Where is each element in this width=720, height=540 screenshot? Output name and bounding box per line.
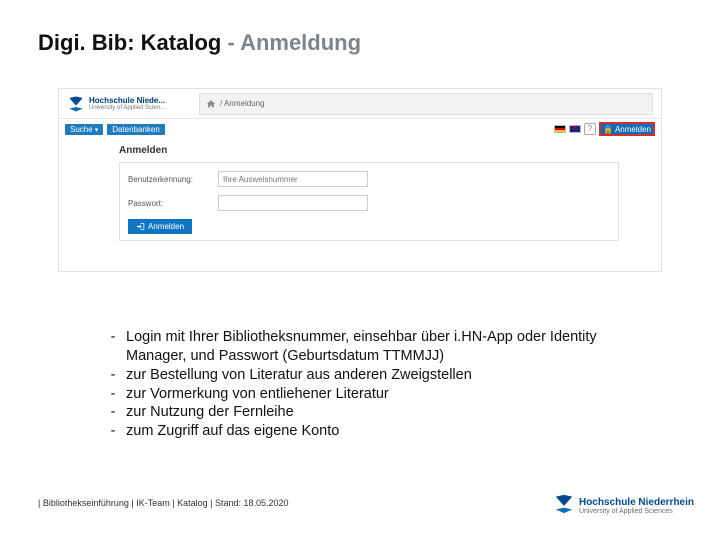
bullet-dash: - [100, 422, 126, 441]
user-label: Benutzerkennung: [128, 175, 218, 184]
bullet-dash: - [100, 366, 126, 385]
title-sub: Anmeldung [240, 30, 361, 55]
bullet-text: zur Bestellung von Literatur aus anderen… [126, 366, 640, 385]
bullet-dash: - [100, 403, 126, 422]
submit-login-button[interactable]: Anmelden [128, 219, 192, 234]
tab-databases-label: Datenbanken [112, 125, 160, 134]
bullet-dash: - [100, 328, 126, 366]
password-input[interactable] [218, 195, 368, 211]
breadcrumb: / Anmeldung [199, 93, 653, 115]
bullet-text: Login mit Ihrer Bibliotheksnummer, einse… [126, 328, 640, 366]
tab-bar: Suche Datenbanken ? 🔒 Anmelden [59, 119, 661, 139]
app-logo-icon [67, 95, 85, 113]
bullet-text: zur Vormerkung von entliehener Literatur [126, 385, 640, 404]
flag-uk-icon[interactable] [569, 125, 581, 133]
help-icon[interactable]: ? [584, 123, 596, 135]
tab-search-label: Suche [70, 125, 93, 134]
user-input[interactable] [218, 171, 368, 187]
breadcrumb-text: / Anmeldung [220, 99, 264, 108]
footer-logo-icon [553, 493, 575, 520]
login-panel-title: Anmelden [119, 145, 651, 156]
login-arrow-icon [136, 222, 145, 231]
bullet-text: zur Nutzung der Fernleihe [126, 403, 640, 422]
footer-logo-line2: University of Applied Sciences [579, 508, 694, 515]
app-header: Hochschule Niede... University of Applie… [59, 89, 661, 119]
flag-de-icon[interactable] [554, 125, 566, 133]
bullet-text: zum Zugriff auf das eigene Konto [126, 422, 640, 441]
tab-search[interactable]: Suche [65, 124, 103, 135]
slide-title: Digi. Bib: Katalog - Anmeldung [38, 30, 361, 56]
app-logo-line1: Hochschule Niede... [89, 97, 165, 105]
anmelden-link-label: Anmelden [615, 125, 651, 134]
submit-login-label: Anmelden [148, 222, 184, 231]
home-icon[interactable] [206, 99, 216, 109]
app-logo-text: Hochschule Niede... University of Applie… [89, 97, 165, 111]
anmelden-link[interactable]: 🔒 Anmelden [599, 122, 655, 136]
login-screenshot: Hochschule Niede... University of Applie… [58, 88, 662, 272]
login-panel: Anmelden Benutzerkennung: Passwort: Anme… [59, 139, 661, 251]
title-main: Digi. Bib: Katalog [38, 30, 221, 55]
tab-databases[interactable]: Datenbanken [107, 124, 165, 135]
footer-logo-line1: Hochschule Niederrhein [579, 498, 694, 508]
footer-line: | Bibliothekseinführung | IK-Team | Kata… [38, 498, 289, 508]
app-logo-line2: University of Applied Scien... [89, 105, 165, 111]
bullet-dash: - [100, 385, 126, 404]
password-label: Passwort: [128, 199, 218, 208]
title-sep: - [221, 30, 240, 55]
bullet-list: -Login mit Ihrer Bibliotheksnummer, eins… [100, 328, 640, 441]
footer-logo: Hochschule Niederrhein University of App… [553, 493, 694, 520]
login-form: Benutzerkennung: Passwort: Anmelden [119, 162, 619, 241]
lock-icon: 🔒 [603, 125, 613, 134]
chevron-down-icon [95, 125, 99, 134]
